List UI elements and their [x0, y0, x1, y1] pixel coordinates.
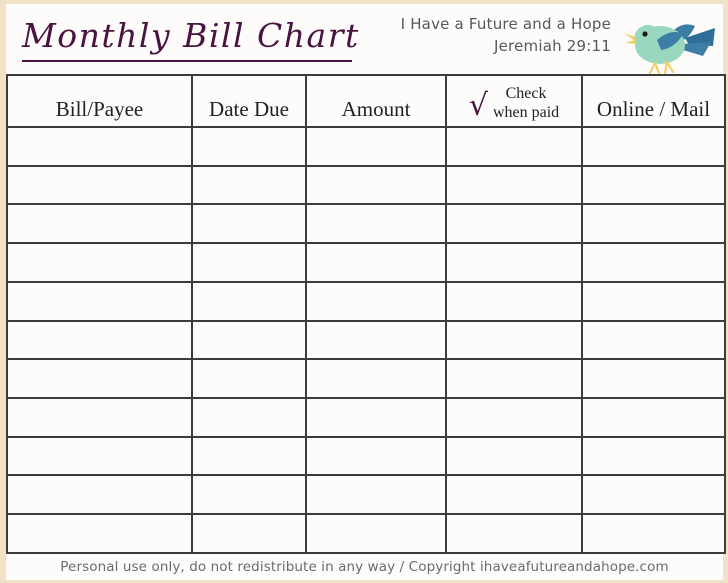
- cell-amount[interactable]: [305, 203, 447, 245]
- column-header-date-due: Date Due: [191, 74, 307, 128]
- table-header: Bill/Payee Date Due Amount √ Check when …: [6, 74, 726, 128]
- cell-check-when-paid[interactable]: [445, 397, 583, 438]
- printable-bill-chart-page: Monthly Bill Chart I Have a Future and a…: [0, 0, 728, 583]
- cell-check-when-paid[interactable]: [445, 513, 583, 554]
- cell-date-due[interactable]: [191, 126, 307, 167]
- footer-text: Personal use only, do not redistribute i…: [60, 559, 669, 575]
- cell-amount[interactable]: [305, 164, 447, 206]
- cell-online-mail[interactable]: [581, 242, 726, 283]
- title-block: Monthly Bill Chart: [22, 16, 382, 62]
- check-label-line1: Check: [505, 85, 547, 103]
- cell-bill-payee[interactable]: [6, 280, 193, 322]
- cell-online-mail[interactable]: [581, 435, 726, 477]
- cell-online-mail[interactable]: [581, 164, 726, 206]
- table-row: [6, 203, 726, 245]
- bill-chart-table-wrapper: Bill/Payee Date Due Amount √ Check when …: [6, 74, 726, 554]
- header-row: Bill/Payee Date Due Amount √ Check when …: [6, 74, 726, 128]
- scripture-reference: Jeremiah 29:11: [494, 36, 611, 55]
- cell-date-due[interactable]: [191, 474, 307, 516]
- table-row: [6, 513, 726, 554]
- footer-copyright: Personal use only, do not redistribute i…: [6, 554, 723, 580]
- cell-check-when-paid[interactable]: [445, 358, 583, 400]
- cell-online-mail[interactable]: [581, 126, 726, 167]
- cell-amount[interactable]: [305, 242, 447, 283]
- cell-check-when-paid[interactable]: [445, 280, 583, 322]
- table-row: [6, 126, 726, 167]
- table-row: [6, 435, 726, 477]
- cell-bill-payee[interactable]: [6, 435, 193, 477]
- cell-bill-payee[interactable]: [6, 126, 193, 167]
- title-underline: [22, 60, 352, 62]
- cell-online-mail[interactable]: [581, 397, 726, 438]
- column-header-bill-payee: Bill/Payee: [6, 74, 193, 128]
- cell-date-due[interactable]: [191, 435, 307, 477]
- cell-date-due[interactable]: [191, 513, 307, 554]
- cell-bill-payee[interactable]: [6, 397, 193, 438]
- check-when-paid-label: Check when paid: [493, 85, 559, 122]
- check-label-line2: when paid: [492, 103, 560, 121]
- cell-amount[interactable]: [305, 513, 447, 554]
- cell-amount[interactable]: [305, 319, 447, 361]
- table-row: [6, 319, 726, 361]
- column-header-online-mail: Online / Mail: [581, 74, 726, 128]
- cell-amount[interactable]: [305, 397, 447, 438]
- cell-amount[interactable]: [305, 474, 447, 516]
- cell-bill-payee[interactable]: [6, 242, 193, 283]
- cell-date-due[interactable]: [191, 242, 307, 283]
- cell-date-due[interactable]: [191, 319, 307, 361]
- table-body: [6, 126, 726, 554]
- table-row: [6, 280, 726, 322]
- cell-online-mail[interactable]: [581, 280, 726, 322]
- cell-bill-payee[interactable]: [6, 164, 193, 206]
- cell-check-when-paid[interactable]: [445, 164, 583, 206]
- cell-amount[interactable]: [305, 280, 447, 322]
- cell-date-due[interactable]: [191, 280, 307, 322]
- cell-date-due[interactable]: [191, 358, 307, 400]
- cell-bill-payee[interactable]: [6, 474, 193, 516]
- scripture-block: I Have a Future and a Hope Jeremiah 29:1…: [401, 14, 611, 58]
- bill-chart-table: Bill/Payee Date Due Amount √ Check when …: [6, 74, 726, 554]
- page-title: Monthly Bill Chart: [22, 16, 360, 55]
- cell-check-when-paid[interactable]: [445, 242, 583, 283]
- cell-date-due[interactable]: [191, 203, 307, 245]
- cell-bill-payee[interactable]: [6, 319, 193, 361]
- table-row: [6, 397, 726, 438]
- cell-check-when-paid[interactable]: [445, 435, 583, 477]
- table-row: [6, 164, 726, 206]
- cell-bill-payee[interactable]: [6, 203, 193, 245]
- cell-check-when-paid[interactable]: [445, 126, 583, 167]
- checkmark-icon: √: [468, 87, 488, 123]
- cell-bill-payee[interactable]: [6, 513, 193, 554]
- cell-date-due[interactable]: [191, 164, 307, 206]
- cell-online-mail[interactable]: [581, 358, 726, 400]
- table-row: [6, 358, 726, 400]
- cell-online-mail[interactable]: [581, 203, 726, 245]
- cell-online-mail[interactable]: [581, 513, 726, 554]
- cell-amount[interactable]: [305, 435, 447, 477]
- column-header-check-when-paid: √ Check when paid: [445, 74, 583, 128]
- cell-online-mail[interactable]: [581, 319, 726, 361]
- cell-bill-payee[interactable]: [6, 358, 193, 400]
- page-header: Monthly Bill Chart I Have a Future and a…: [6, 4, 723, 75]
- cell-amount[interactable]: [305, 358, 447, 400]
- cell-check-when-paid[interactable]: [445, 319, 583, 361]
- table-row: [6, 242, 726, 283]
- cell-date-due[interactable]: [191, 397, 307, 438]
- scripture-text: I Have a Future and a Hope: [400, 15, 611, 33]
- bird-illustration: [623, 12, 719, 75]
- table-row: [6, 474, 726, 516]
- cell-check-when-paid[interactable]: [445, 203, 583, 245]
- column-header-amount: Amount: [305, 74, 447, 128]
- cell-check-when-paid[interactable]: [445, 474, 583, 516]
- cell-amount[interactable]: [305, 126, 447, 167]
- cell-online-mail[interactable]: [581, 474, 726, 516]
